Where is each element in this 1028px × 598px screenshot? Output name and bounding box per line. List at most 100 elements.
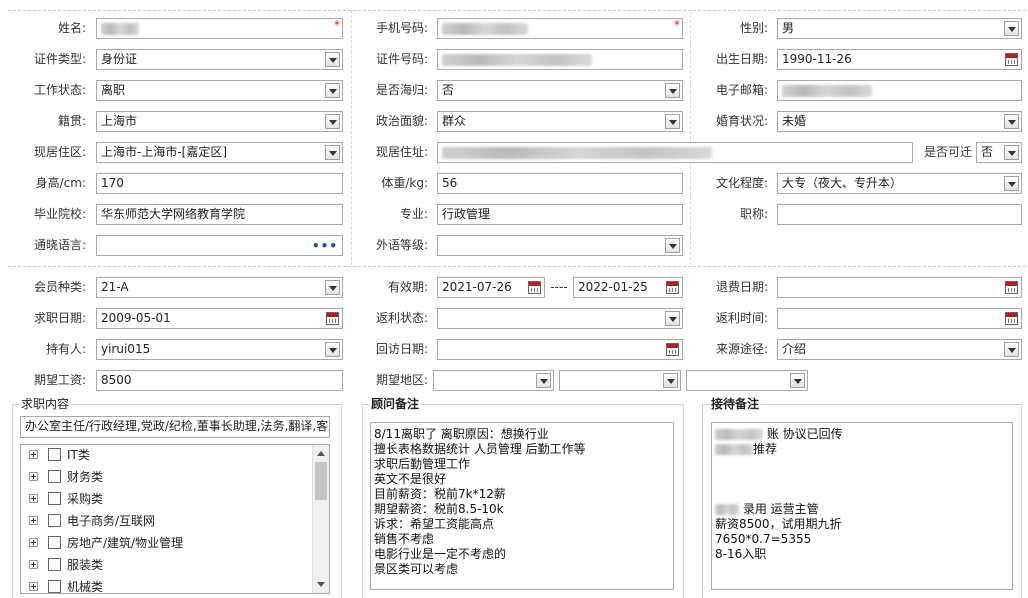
chevron-down-icon[interactable]	[790, 373, 805, 388]
name-label: 姓名:	[57, 21, 86, 35]
residence-area-select[interactable]: 上海市-上海市-[嘉定区]	[96, 142, 343, 163]
source-select[interactable]: 介绍	[777, 339, 1022, 360]
plus-box-icon[interactable]	[29, 450, 38, 459]
language-label: 通晓语言:	[33, 238, 86, 252]
category-checkbox[interactable]	[48, 470, 61, 483]
chevron-down-icon[interactable]	[325, 83, 340, 98]
marital-select[interactable]: 未婚	[777, 111, 1022, 132]
redacted-value	[782, 84, 872, 97]
calendar-icon[interactable]	[326, 312, 339, 325]
category-checkbox[interactable]	[48, 492, 61, 505]
calendar-icon[interactable]	[1005, 312, 1018, 325]
work-status-select[interactable]: 离职	[96, 80, 343, 101]
education-select[interactable]: 大专（夜大、专升本）	[777, 173, 1022, 194]
category-checkbox[interactable]	[48, 448, 61, 461]
native-place-select[interactable]: 上海市	[96, 111, 343, 132]
reception-notes-textarea[interactable]: 账 协议已回传 推荐 录用 运营主管 薪资8500，试用期九折 7650*0.7…	[711, 422, 1013, 590]
ellipsis-icon[interactable]: •••	[312, 240, 338, 252]
redacted-value	[715, 429, 763, 440]
plus-box-icon[interactable]	[29, 582, 38, 591]
required-mark: *	[334, 18, 340, 32]
chevron-down-icon[interactable]	[665, 238, 680, 253]
member-type-select[interactable]: 21-A	[96, 277, 343, 298]
birth-date-field[interactable]: 1990-11-26	[777, 49, 1022, 70]
email-field[interactable]	[777, 80, 1022, 101]
title-field[interactable]	[777, 204, 1022, 225]
phone-field[interactable]: *	[437, 18, 683, 39]
chevron-down-icon[interactable]	[1004, 21, 1019, 36]
language-field[interactable]: •••	[96, 235, 343, 256]
region-province-select[interactable]	[433, 370, 554, 391]
scroll-down-icon[interactable]	[317, 582, 325, 587]
plus-box-icon[interactable]	[29, 516, 38, 525]
height-field[interactable]: 170	[96, 173, 343, 194]
weight-field[interactable]: 56	[437, 173, 683, 194]
foreign-level-select[interactable]	[437, 235, 683, 256]
region-district-select[interactable]	[686, 370, 808, 391]
plus-box-icon[interactable]	[29, 472, 38, 481]
calendar-icon[interactable]	[1005, 53, 1018, 66]
work-status-label: 工作状态:	[33, 83, 86, 97]
section-divider	[8, 266, 1026, 267]
holder-label: 持有人:	[45, 342, 86, 356]
chevron-down-icon[interactable]	[325, 145, 340, 160]
salary-field[interactable]: 8500	[96, 370, 343, 391]
holder-select[interactable]: yirui015	[96, 339, 343, 360]
address-field[interactable]	[437, 142, 913, 163]
scroll-up-icon[interactable]	[317, 451, 325, 456]
chevron-down-icon[interactable]	[536, 373, 551, 388]
job-date-field[interactable]: 2009-05-01	[96, 308, 343, 329]
category-checkbox[interactable]	[48, 536, 61, 549]
rebate-status-select[interactable]	[437, 308, 683, 329]
chevron-down-icon[interactable]	[325, 114, 340, 129]
plus-box-icon[interactable]	[29, 538, 38, 547]
school-field[interactable]: 华东师范大学网络教育学院	[96, 204, 343, 225]
id-type-label: 证件类型:	[33, 52, 86, 66]
consultant-notes-textarea[interactable]: 8/11离职了 离职原因：想换行业 擅长表格数据统计 人员管理 后勤工作等 求职…	[370, 422, 674, 590]
category-checkbox[interactable]	[48, 558, 61, 571]
chevron-down-icon[interactable]	[665, 114, 680, 129]
chevron-down-icon[interactable]	[665, 311, 680, 326]
column-divider	[690, 10, 691, 265]
calendar-icon[interactable]	[666, 281, 679, 294]
id-type-select[interactable]: 身份证	[96, 49, 343, 70]
valid-from-field[interactable]: 2021-07-26	[437, 277, 545, 298]
rebate-time-field[interactable]	[777, 308, 1022, 329]
chevron-down-icon[interactable]	[1004, 176, 1019, 191]
major-field[interactable]: 行政管理	[437, 204, 683, 225]
gender-select[interactable]: 男	[777, 18, 1022, 39]
chevron-down-icon[interactable]	[1004, 342, 1019, 357]
job-content-summary[interactable]: 办公室主任/行政经理,党政/纪检,董事长助理,法务,翻译,客服	[20, 416, 330, 438]
calendar-icon[interactable]	[528, 281, 541, 294]
political-select[interactable]: 群众	[437, 111, 683, 132]
plus-box-icon[interactable]	[29, 494, 38, 503]
calendar-icon[interactable]	[1005, 281, 1018, 294]
valid-to-field[interactable]: 2022-01-25	[573, 277, 683, 298]
tree-scrollbar[interactable]	[312, 445, 329, 593]
id-number-field[interactable]	[437, 49, 683, 70]
chevron-down-icon[interactable]	[325, 342, 340, 357]
top-divider	[8, 10, 1026, 11]
scroll-thumb[interactable]	[315, 462, 327, 500]
rebate-time-label: 返利时间:	[715, 311, 768, 325]
category-checkbox[interactable]	[48, 580, 61, 593]
calendar-icon[interactable]	[666, 343, 679, 356]
address-label: 现居住址:	[375, 145, 428, 159]
chevron-down-icon[interactable]	[665, 83, 680, 98]
chevron-down-icon[interactable]	[663, 373, 678, 388]
name-field[interactable]: *	[96, 18, 343, 39]
relocate-select[interactable]: 否	[976, 142, 1022, 163]
category-checkbox[interactable]	[48, 514, 61, 527]
chevron-down-icon[interactable]	[325, 280, 340, 295]
refund-date-field[interactable]	[777, 277, 1022, 298]
visit-date-field[interactable]	[437, 339, 683, 360]
chevron-down-icon[interactable]	[1004, 114, 1019, 129]
returnee-select[interactable]: 否	[437, 80, 683, 101]
school-label: 毕业院校:	[33, 207, 86, 221]
plus-box-icon[interactable]	[29, 560, 38, 569]
chevron-down-icon[interactable]	[325, 52, 340, 67]
member-type-label: 会员种类:	[33, 280, 86, 294]
region-city-select[interactable]	[559, 370, 681, 391]
chevron-down-icon[interactable]	[1004, 145, 1019, 160]
job-category-tree[interactable]: IT类 财务类 采购类 电子商务/互联网 房地产/建筑/物业管理 服装类 机械类	[20, 444, 330, 594]
